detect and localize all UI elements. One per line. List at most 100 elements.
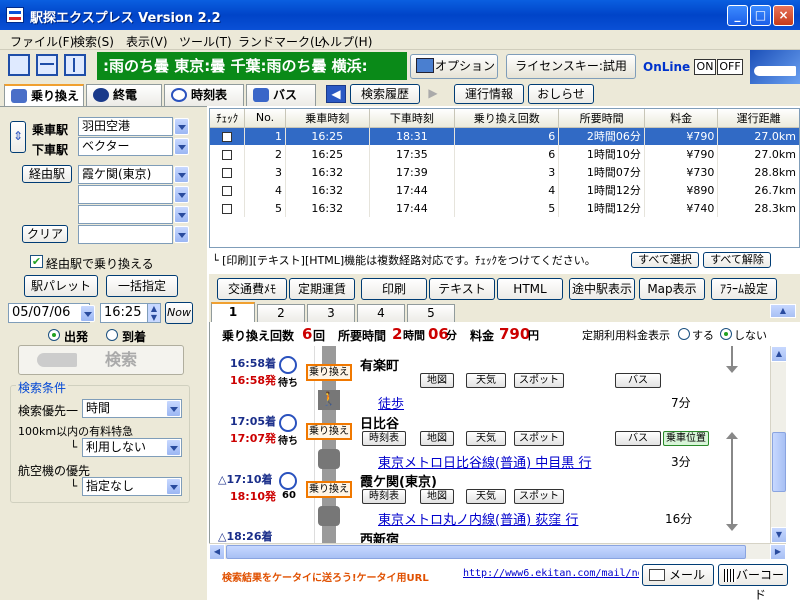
date-field[interactable]: 05/07/06 <box>8 303 90 323</box>
html-button[interactable]: HTML <box>497 278 563 300</box>
collapse-up-icon[interactable]: ▲ <box>770 304 796 318</box>
route-tab-1[interactable]: 1 <box>211 302 255 322</box>
s3-spot-button[interactable]: スポット <box>514 489 564 504</box>
col-fare[interactable]: 料金 <box>644 109 719 128</box>
via-transfer-checkbox[interactable]: ✔ <box>30 255 43 268</box>
map-view-button[interactable]: Map表示 <box>639 278 705 300</box>
scroll-left-button[interactable]: ◀ <box>209 544 225 560</box>
tab-transfer[interactable]: 乗り換え <box>4 84 84 106</box>
text-button[interactable]: テキスト <box>429 278 495 300</box>
walk-link[interactable]: 徒歩 <box>378 393 404 412</box>
commuter-fare-button[interactable]: 定期運賃 <box>289 278 355 300</box>
bulk-set-button[interactable]: 一括指定 <box>106 275 178 297</box>
s1-bus-button[interactable]: バス <box>615 373 661 388</box>
col-board-time[interactable]: 乗車時刻 <box>285 109 370 128</box>
s2-weather-button[interactable]: 天気 <box>466 431 506 446</box>
via-station-button[interactable]: 経由駅 <box>22 165 72 183</box>
via-dropdown-1[interactable] <box>174 166 189 183</box>
table-row[interactable]: 5 16:32 17:44 5 1時間12分 ¥740 28.3km <box>210 199 799 217</box>
clear-button[interactable]: クリア <box>22 225 68 243</box>
alarm-settings-button[interactable]: ｱﾗｰﾑ設定 <box>711 278 777 300</box>
menu-file[interactable]: ファイル(F) <box>10 33 74 50</box>
route-tab-4[interactable]: 4 <box>357 304 405 322</box>
online-off-toggle[interactable]: OFF <box>717 59 743 75</box>
via-station-field-3[interactable] <box>78 205 173 224</box>
option-button[interactable]: オプション <box>410 54 498 79</box>
fare-memo-button[interactable]: 交通費ﾒﾓ <box>217 278 287 300</box>
menu-view[interactable]: 表示(V) <box>126 33 168 50</box>
route-horizontal-scrollbar[interactable]: ◀ ▶ <box>209 543 786 560</box>
notice-button[interactable]: おしらせ <box>528 84 594 104</box>
route-vertical-scrollbar[interactable]: ▲ ▼ <box>770 346 787 543</box>
select-all-button[interactable]: すべて選択 <box>631 252 699 268</box>
date-dropdown[interactable] <box>80 305 95 322</box>
back-arrow-icon[interactable]: ◀ <box>326 85 346 103</box>
s2-bus-button[interactable]: バス <box>615 431 661 446</box>
arrive-radio[interactable] <box>106 329 118 341</box>
via-station-field-2[interactable] <box>78 185 173 204</box>
tab-bus[interactable]: バス <box>246 84 316 106</box>
col-distance[interactable]: 運行距離 <box>717 109 799 128</box>
table-row[interactable]: 2 16:25 17:35 6 1時間10分 ¥790 27.0km <box>210 145 799 163</box>
s3-map-button[interactable]: 地図 <box>420 489 454 504</box>
table-row[interactable]: 1 16:25 18:31 6 2時間06分 ¥790 27.0km <box>210 127 799 145</box>
express-dropdown[interactable] <box>166 439 181 456</box>
history-button[interactable]: 検索履歴 <box>350 84 420 104</box>
menu-tools[interactable]: ツール(T) <box>179 33 232 50</box>
table-row[interactable]: 3 16:32 17:39 3 1時間07分 ¥730 28.8km <box>210 163 799 181</box>
close-button[interactable]: × <box>773 5 794 26</box>
layout-split-vertical-icon[interactable] <box>64 54 86 76</box>
scroll-right-button[interactable]: ▶ <box>770 544 786 560</box>
depart-radio[interactable] <box>48 329 60 341</box>
alight-station-dropdown[interactable] <box>174 138 189 155</box>
print-button[interactable]: 印刷 <box>361 278 427 300</box>
board-station-dropdown[interactable] <box>174 118 189 135</box>
s2-timetable-button[interactable]: 時刻表 <box>362 431 406 446</box>
mobile-url-link[interactable]: http://www6.ekitan.com/mail/no <box>463 568 639 579</box>
intermediate-stations-button[interactable]: 途中駅表示 <box>569 278 635 300</box>
h-scroll-thumb[interactable] <box>226 545 746 559</box>
priority-dropdown[interactable] <box>166 400 181 417</box>
pass-on-radio[interactable] <box>678 328 690 340</box>
s1-spot-button[interactable]: スポット <box>514 373 564 388</box>
s1-map-button[interactable]: 地図 <box>420 373 454 388</box>
license-key-button[interactable]: ライセンスキー:試用 <box>506 54 636 79</box>
alight-station-field[interactable]: ベクター <box>78 137 173 156</box>
s3-weather-button[interactable]: 天気 <box>466 489 506 504</box>
route-tab-3[interactable]: 3 <box>307 304 355 322</box>
maximize-button[interactable]: □ <box>750 5 771 26</box>
via-dropdown-4[interactable] <box>174 226 189 243</box>
table-row[interactable]: 4 16:32 17:44 4 1時間12分 ¥890 26.7km <box>210 181 799 199</box>
forward-arrow-icon[interactable]: ▶ <box>423 85 443 103</box>
swap-stations-button[interactable]: ⇕ <box>10 121 26 153</box>
s2-map-button[interactable]: 地図 <box>420 431 454 446</box>
service-info-button[interactable]: 運行情報 <box>454 84 524 104</box>
scroll-thumb[interactable] <box>772 432 786 492</box>
s2-spot-button[interactable]: スポット <box>514 431 564 446</box>
col-no[interactable]: No. <box>244 109 286 128</box>
menu-help[interactable]: ヘルプ(H) <box>318 33 372 50</box>
online-on-toggle[interactable]: ON <box>694 59 716 75</box>
col-duration[interactable]: 所要時間 <box>558 109 645 128</box>
station-palette-button[interactable]: 駅パレット <box>24 275 98 297</box>
menu-landmark[interactable]: ランドマーク(L) <box>238 33 326 50</box>
col-check[interactable]: ﾁｪｯｸ <box>210 109 246 128</box>
barcode-button[interactable]: バーコード <box>718 564 788 602</box>
air-priority-dropdown[interactable] <box>166 478 181 495</box>
mail-button[interactable]: メール <box>642 564 714 586</box>
tab-last-train[interactable]: 終電 <box>86 84 162 106</box>
pass-off-radio[interactable] <box>720 328 732 340</box>
route-tab-2[interactable]: 2 <box>257 304 305 322</box>
line-marunouchi-link[interactable]: 東京メトロ丸ノ内線(普通) 荻窪 行 <box>378 509 578 528</box>
route-tab-5[interactable]: 5 <box>407 304 455 322</box>
deselect-all-button[interactable]: すべて解除 <box>703 252 771 268</box>
route-checkbox[interactable] <box>222 149 233 160</box>
board-station-field[interactable]: 羽田空港 <box>78 117 173 136</box>
time-field[interactable]: 16:25 <box>100 303 148 323</box>
via-dropdown-2[interactable] <box>174 186 189 203</box>
via-station-field-1[interactable]: 霞ケ関(東京) <box>78 165 173 184</box>
layout-split-horizontal-icon[interactable] <box>36 54 58 76</box>
via-station-field-4[interactable] <box>78 225 173 244</box>
route-checkbox[interactable] <box>222 203 233 214</box>
line-hibiya-link[interactable]: 東京メトロ日比谷線(普通) 中目黒 行 <box>378 452 591 471</box>
